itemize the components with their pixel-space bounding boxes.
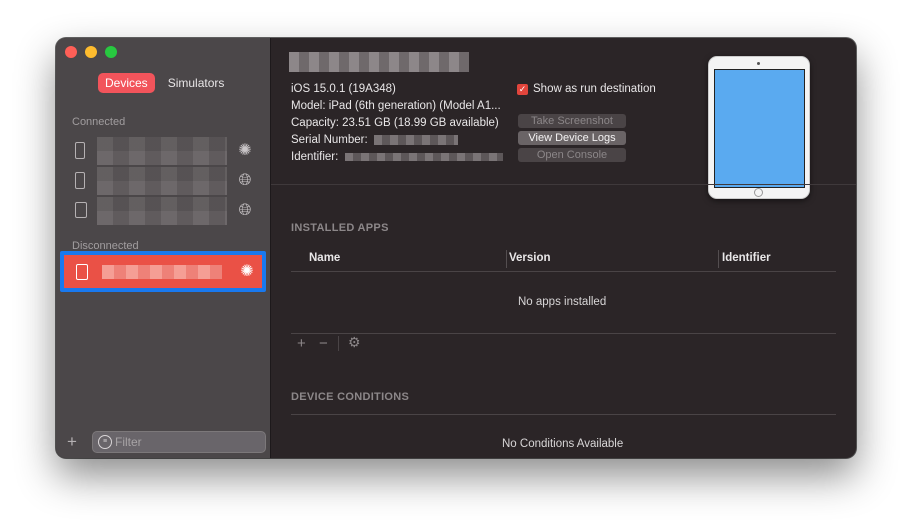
header-divider: [291, 271, 836, 272]
open-console-button[interactable]: Open Console: [518, 148, 626, 162]
column-version[interactable]: Version: [509, 252, 551, 264]
ipad-device-image: [708, 56, 810, 199]
filter-icon: ≡: [98, 435, 112, 449]
filter-field[interactable]: ≡ Filter: [92, 431, 266, 453]
ipad-icon: [75, 202, 87, 218]
add-device-button[interactable]: +: [67, 433, 77, 450]
tab-simulators[interactable]: Simulators: [161, 73, 232, 93]
camera-dot: [757, 62, 760, 65]
network-globe-icon: 🌐︎: [238, 202, 252, 219]
redacted-device-name: [102, 265, 222, 279]
device-detail-pane: iOS 15.0.1 (19A348) Model: iPad (6th gen…: [271, 38, 856, 458]
ipad-icon: [76, 264, 88, 280]
redacted-device-name: [97, 197, 227, 225]
view-device-logs-button[interactable]: View Device Logs: [518, 131, 626, 145]
tab-devices[interactable]: Devices: [98, 73, 155, 93]
selected-device-row[interactable]: ✺: [64, 255, 262, 288]
iphone-icon: [75, 172, 85, 189]
identifier-row: Identifier:: [291, 151, 503, 163]
redacted-device-name: [97, 137, 227, 165]
devices-window: Devices Simulators Connected ✺ 🌐︎ 🌐︎ Dis…: [56, 38, 856, 458]
redacted-device-title: [289, 52, 469, 72]
no-apps-message: No apps installed: [518, 296, 607, 308]
no-conditions-message: No Conditions Available: [502, 438, 624, 450]
device-row[interactable]: 🌐︎: [72, 197, 257, 225]
column-identifier[interactable]: Identifier: [722, 252, 771, 264]
conditions-divider: [291, 414, 836, 415]
installed-apps-heading: INSTALLED APPS: [291, 222, 389, 234]
iphone-icon: [75, 142, 85, 159]
run-destination-label: Show as run destination: [533, 83, 656, 95]
serial-number-label: Serial Number:: [291, 134, 368, 146]
redacted-serial: [373, 134, 458, 145]
checkmark-icon[interactable]: ✓: [517, 83, 528, 95]
network-globe-icon: 🌐︎: [238, 172, 252, 189]
column-separator: [506, 250, 507, 268]
selected-device-highlight: ✺: [60, 251, 266, 292]
ipad-screen: [714, 69, 805, 188]
loading-spinner-icon: ✺: [240, 263, 254, 280]
connected-section-label: Connected: [72, 116, 126, 128]
redacted-identifier: [344, 152, 503, 161]
serial-number-row: Serial Number:: [291, 134, 458, 146]
column-separator: [718, 250, 719, 268]
minimize-button[interactable]: [85, 46, 97, 58]
gear-icon[interactable]: ⚙: [348, 335, 361, 350]
add-app-icon[interactable]: +: [297, 336, 306, 351]
device-conditions-heading: DEVICE CONDITIONS: [291, 391, 410, 403]
device-row[interactable]: ✺: [72, 137, 257, 165]
sidebar: Devices Simulators Connected ✺ 🌐︎ 🌐︎ Dis…: [56, 38, 271, 458]
remove-app-icon[interactable]: −: [319, 336, 328, 351]
column-name[interactable]: Name: [309, 252, 340, 264]
identifier-label: Identifier:: [291, 151, 339, 163]
home-button-icon: [754, 188, 763, 197]
filter-placeholder: Filter: [115, 435, 142, 449]
divider: [271, 184, 856, 185]
redacted-device-name: [97, 167, 227, 195]
close-button[interactable]: [65, 46, 77, 58]
devices-simulators-toggle: Devices Simulators: [98, 73, 231, 93]
model-info: Model: iPad (6th generation) (Model A1..…: [291, 100, 501, 112]
capacity-info: Capacity: 23.51 GB (18.99 GB available): [291, 117, 499, 129]
ios-version: iOS 15.0.1 (19A348): [291, 83, 396, 95]
toolbar-separator: [338, 336, 339, 351]
window-controls: [65, 46, 117, 58]
take-screenshot-button[interactable]: Take Screenshot: [518, 114, 626, 128]
run-destination-checkbox-row[interactable]: ✓ Show as run destination: [517, 83, 656, 95]
table-bottom-divider: [291, 333, 836, 334]
loading-spinner-icon: ✺: [238, 142, 252, 159]
zoom-button[interactable]: [105, 46, 117, 58]
device-row[interactable]: 🌐︎: [72, 167, 257, 195]
